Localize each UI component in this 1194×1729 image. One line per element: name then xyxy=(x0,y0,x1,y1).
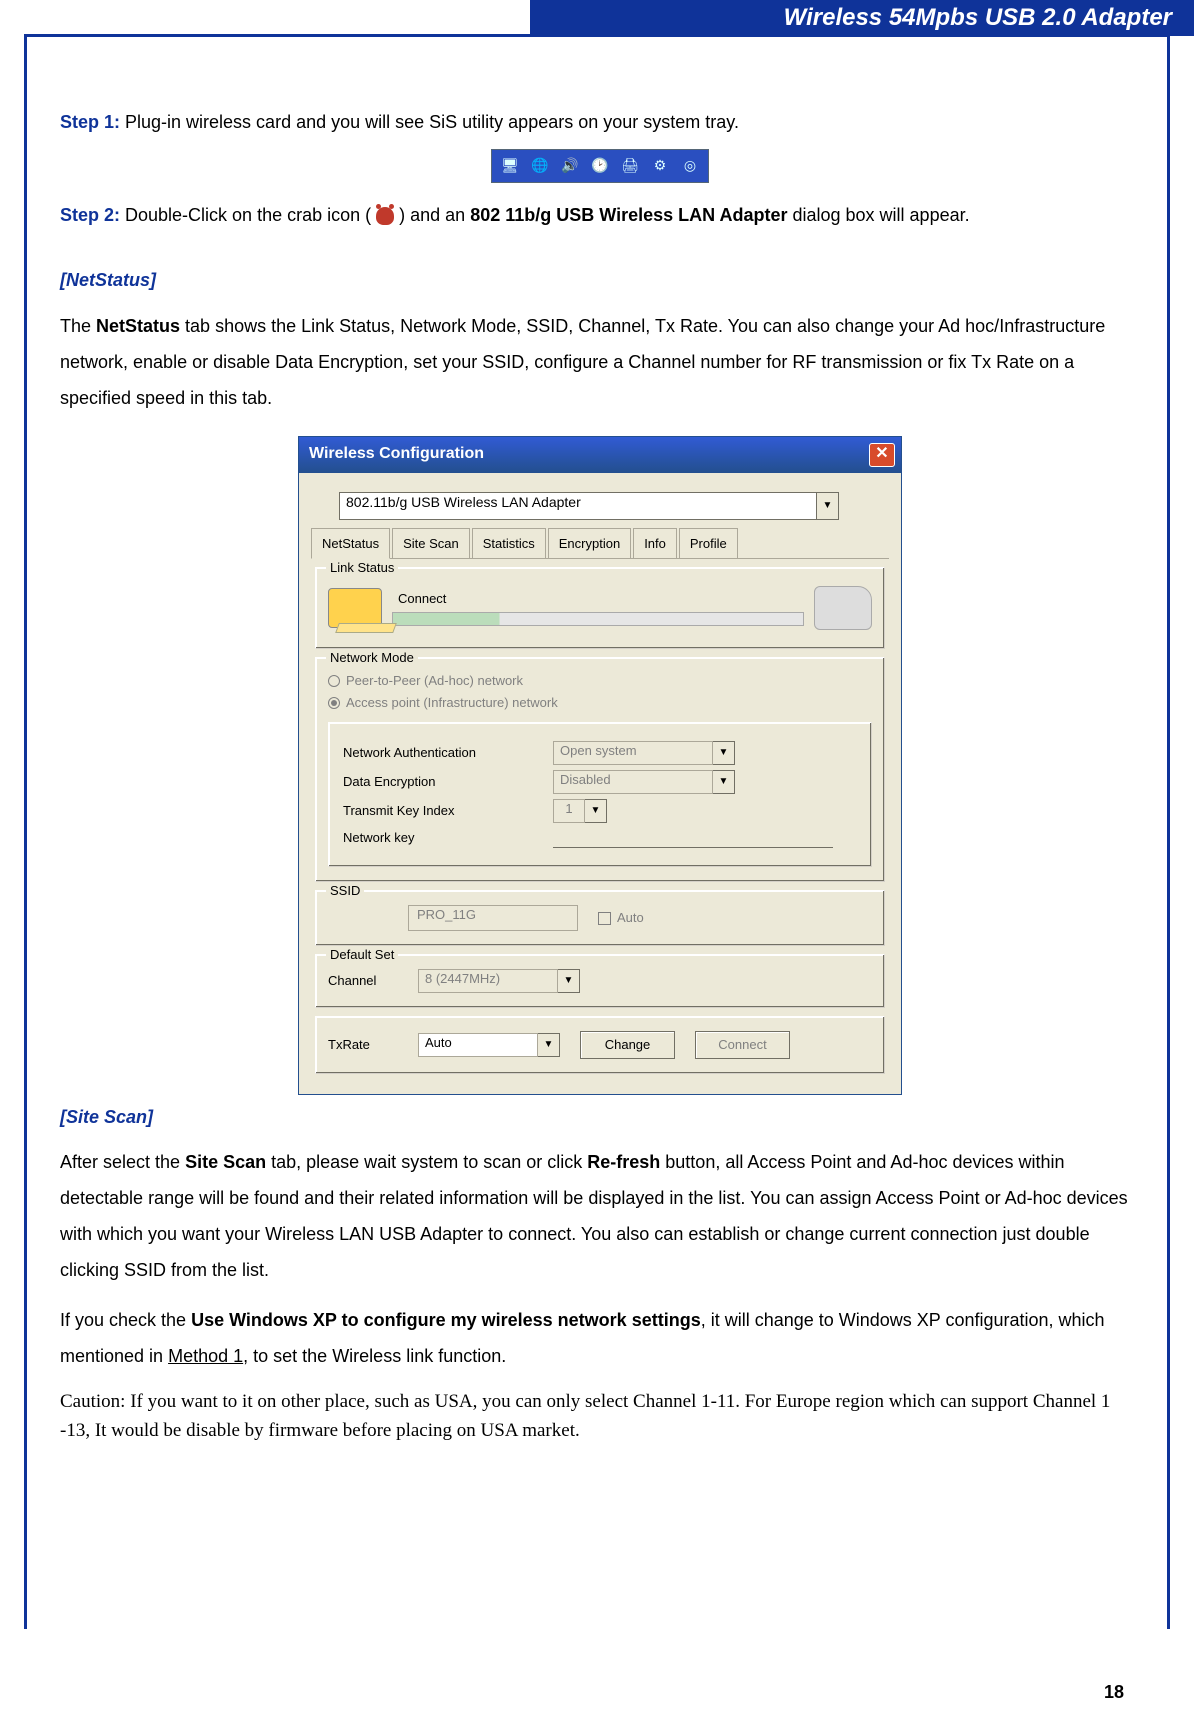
tray-monitor-icon: 🖥 xyxy=(498,154,522,178)
wireless-config-dialog: Wireless Configuration ✕ 802.11b/g USB W… xyxy=(298,436,902,1096)
sitescan-p1-b1: Site Scan xyxy=(185,1152,266,1172)
sitescan-p1-mid: tab, please wait system to scan or click xyxy=(266,1152,587,1172)
label-tki: Transmit Key Index xyxy=(343,802,543,820)
netstatus-desc-bold: NetStatus xyxy=(96,316,180,336)
tab-statistics[interactable]: Statistics xyxy=(472,528,546,558)
sitescan-p2-u: Method 1 xyxy=(168,1346,243,1366)
tab-netstatus[interactable]: NetStatus xyxy=(311,528,390,559)
access-point-icon xyxy=(814,586,872,630)
sitescan-p2: If you check the Use Windows XP to confi… xyxy=(60,1302,1140,1374)
caution-text: Caution: If you want to it on other plac… xyxy=(60,1388,1140,1445)
step-1-paragraph: Step 1: Plug-in wireless card and you wi… xyxy=(60,110,1140,135)
tab-site-scan[interactable]: Site Scan xyxy=(392,528,470,558)
tab-info[interactable]: Info xyxy=(633,528,677,558)
group-txrate: TxRate Auto ▼ Change Connect xyxy=(315,1016,885,1074)
radio-infrastructure[interactable] xyxy=(328,697,340,709)
adapter-select-chevron-icon[interactable]: ▼ xyxy=(817,492,839,520)
field-tki[interactable]: 1 xyxy=(553,799,585,823)
tray-sound-icon: 🔊 xyxy=(558,154,582,178)
step-2-label: Step 2: xyxy=(60,205,120,225)
step-2-post-2: dialog box will appear. xyxy=(787,205,969,225)
sitescan-p1: After select the Site Scan tab, please w… xyxy=(60,1144,1140,1288)
label-net-auth: Network Authentication xyxy=(343,744,543,762)
tray-target-icon: ◎ xyxy=(678,154,702,178)
step-1-text: Plug-in wireless card and you will see S… xyxy=(120,112,739,132)
field-data-enc[interactable]: Disabled xyxy=(553,770,713,794)
group-default-set: Default Set Channel 8 (2447MHz) ▼ xyxy=(315,954,885,1008)
netstatus-desc-pre: The xyxy=(60,316,96,336)
txrate-chevron-icon[interactable]: ▼ xyxy=(538,1033,560,1057)
netstatus-description: The NetStatus tab shows the Link Status,… xyxy=(60,308,1140,416)
dialog-title-bar: Wireless Configuration ✕ xyxy=(299,437,901,473)
label-channel: Channel xyxy=(328,972,398,990)
adapter-select[interactable]: 802.11b/g USB Wireless LAN Adapter xyxy=(339,492,817,520)
dialog-tabs-row: NetStatus Site Scan Statistics Encryptio… xyxy=(311,528,889,559)
laptop-icon xyxy=(328,588,382,628)
net-auth-chevron-icon[interactable]: ▼ xyxy=(713,741,735,765)
netstatus-desc-post: tab shows the Link Status, Network Mode,… xyxy=(60,316,1105,408)
label-auto: Auto xyxy=(617,909,644,927)
tab-profile[interactable]: Profile xyxy=(679,528,738,558)
group-link-status: Link Status Connect xyxy=(315,567,885,649)
legend-default-set: Default Set xyxy=(326,946,398,964)
tray-gear-icon: ⚙ xyxy=(648,154,672,178)
sitescan-p2-b: Use Windows XP to configure my wireless … xyxy=(191,1310,701,1330)
group-encryption: Network Authentication Open system ▼ Dat… xyxy=(328,722,872,867)
label-data-enc: Data Encryption xyxy=(343,773,543,791)
legend-network-mode: Network Mode xyxy=(326,649,418,667)
field-ssid[interactable]: PRO_11G xyxy=(408,905,578,931)
group-ssid: SSID PRO_11G Auto xyxy=(315,890,885,946)
sitescan-heading: [Site Scan] xyxy=(60,1105,1140,1130)
group-network-mode: Network Mode Peer-to-Peer (Ad-hoc) netwo… xyxy=(315,657,885,882)
sitescan-p2-pre: If you check the xyxy=(60,1310,191,1330)
step-2-paragraph: Step 2: Double-Click on the crab icon ( … xyxy=(60,203,1140,228)
signal-bar xyxy=(392,612,804,626)
field-txrate[interactable]: Auto xyxy=(418,1033,538,1057)
channel-chevron-icon[interactable]: ▼ xyxy=(558,969,580,993)
crab-icon xyxy=(376,207,394,225)
sitescan-p1-pre: After select the xyxy=(60,1152,185,1172)
step-2-post-1: ) and an xyxy=(394,205,470,225)
tki-chevron-icon[interactable]: ▼ xyxy=(585,799,607,823)
tray-globe-icon: 🌐 xyxy=(528,154,552,178)
dialog-title: Wireless Configuration xyxy=(309,443,484,465)
tab-encryption[interactable]: Encryption xyxy=(548,528,631,558)
legend-link-status: Link Status xyxy=(326,559,398,577)
step-2-pre: Double-Click on the crab icon ( xyxy=(120,205,376,225)
step-2-bold: 802 11b/g USB Wireless LAN Adapter xyxy=(470,205,787,225)
sitescan-p2-post: , to set the Wireless link function. xyxy=(243,1346,506,1366)
close-button[interactable]: ✕ xyxy=(869,443,895,467)
field-net-auth[interactable]: Open system xyxy=(553,741,713,765)
radio-adhoc[interactable] xyxy=(328,675,340,687)
header-title-bar: Wireless 54Mpbs USB 2.0 Adapter xyxy=(530,0,1194,36)
radio-infrastructure-label: Access point (Infrastructure) network xyxy=(346,694,558,712)
radio-adhoc-label: Peer-to-Peer (Ad-hoc) network xyxy=(346,672,523,690)
data-enc-chevron-icon[interactable]: ▼ xyxy=(713,770,735,794)
field-network-key[interactable] xyxy=(553,828,833,848)
step-1-label: Step 1: xyxy=(60,112,120,132)
change-button[interactable]: Change xyxy=(580,1031,675,1059)
connect-button[interactable]: Connect xyxy=(695,1031,790,1059)
label-network-key: Network key xyxy=(343,829,543,847)
sitescan-p1-b2: Re-fresh xyxy=(587,1152,660,1172)
legend-ssid: SSID xyxy=(326,882,364,900)
header-title: Wireless 54Mpbs USB 2.0 Adapter xyxy=(784,4,1172,32)
page-number: 18 xyxy=(1104,1682,1124,1703)
system-tray: 🖥 🌐 🔊 🕑 🖨 ⚙ ◎ xyxy=(491,149,709,183)
checkbox-auto[interactable] xyxy=(598,912,611,925)
tray-printer-icon: 🖨 xyxy=(618,154,642,178)
netstatus-heading: [NetStatus] xyxy=(60,268,1140,293)
link-status-text: Connect xyxy=(398,590,804,608)
tray-clock-icon: 🕑 xyxy=(588,154,612,178)
field-channel[interactable]: 8 (2447MHz) xyxy=(418,969,558,993)
label-txrate: TxRate xyxy=(328,1036,398,1054)
